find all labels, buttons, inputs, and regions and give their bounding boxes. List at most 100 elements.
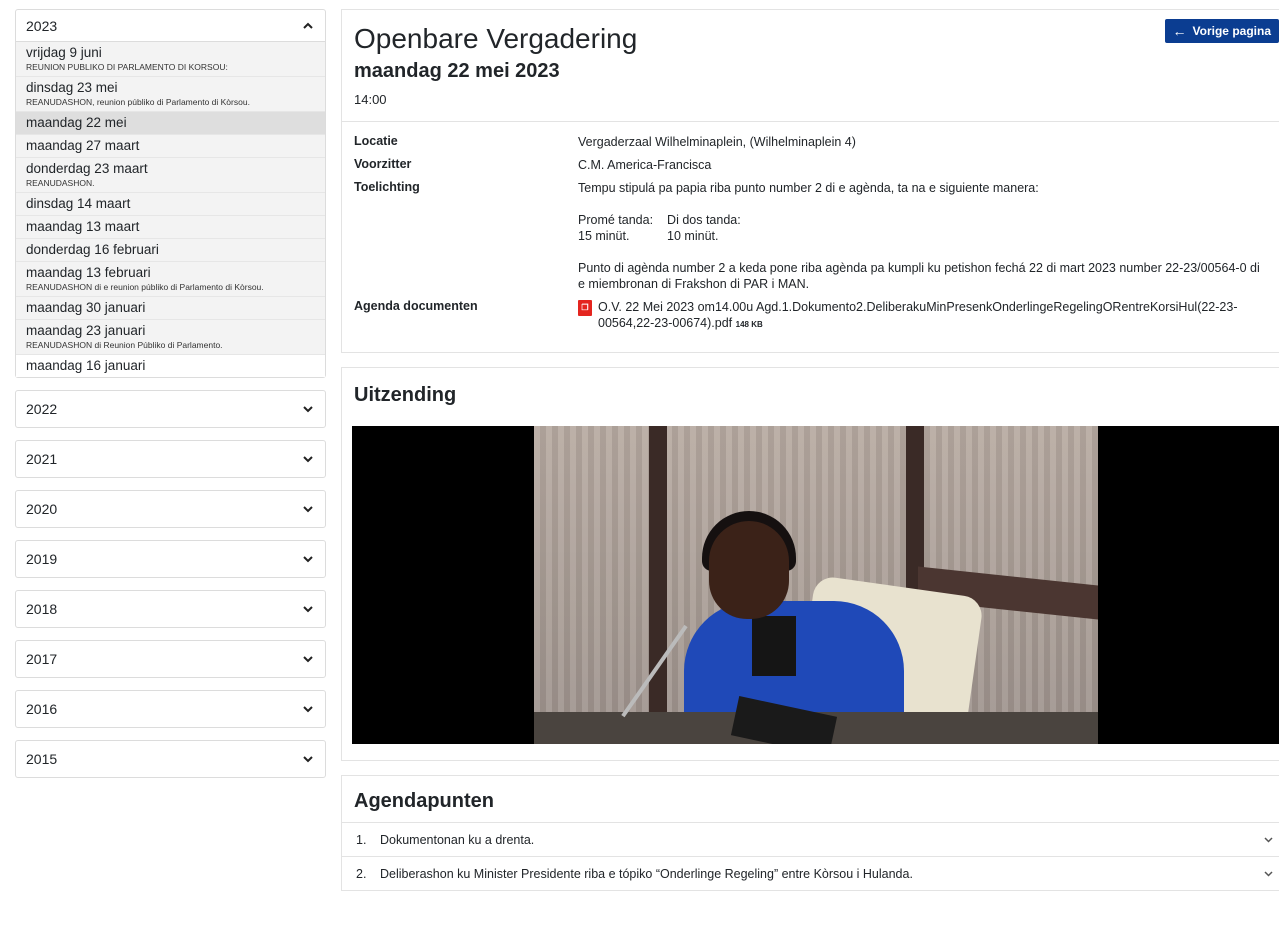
meeting-date-label: vrijdag 9 juni xyxy=(26,45,102,60)
agenda-item[interactable]: 2. Deliberashon ku Minister Presidente ri… xyxy=(342,856,1279,890)
meeting-date-label: maandag 23 januari xyxy=(26,323,146,338)
detail-label: Toelichting xyxy=(354,180,420,194)
year-label: 2021 xyxy=(26,451,58,467)
back-button-label: Vorige pagina xyxy=(1192,24,1271,38)
chevron-up-icon xyxy=(301,19,315,33)
chevron-down-icon xyxy=(1264,868,1273,880)
year-toggle[interactable]: 2015 xyxy=(16,741,325,777)
year-card: 2016 xyxy=(15,690,326,728)
detail-row-voorzitter: Voorzitter C.M. America-Francisca xyxy=(354,157,1267,173)
meeting-subtitle: REANUDASHON, reunion públiko di Parlamen… xyxy=(26,97,250,107)
meeting-list-item[interactable]: maandag 23 januari REANUDASHON di Reunion… xyxy=(16,320,325,355)
year-toggle[interactable]: 2018 xyxy=(16,591,325,627)
chevron-down-icon xyxy=(1264,834,1273,846)
meeting-date-label: maandag 30 januari xyxy=(26,300,146,315)
year-card: 2015 xyxy=(15,740,326,778)
arrow-left-icon: ← xyxy=(1172,23,1187,39)
meeting-list-item[interactable]: maandag 13 februari REANUDASHON di e reun… xyxy=(16,262,325,297)
tanda-1: Promé tanda: 15 minüt. xyxy=(578,212,653,244)
chevron-down-icon xyxy=(301,752,315,766)
agenda-item-text: Deliberashon ku Minister Presidente riba… xyxy=(380,866,913,881)
meeting-list-item[interactable]: maandag 27 maart xyxy=(16,135,325,158)
meeting-list-item[interactable]: maandag 30 januari xyxy=(16,297,325,320)
chevron-down-icon xyxy=(301,552,315,566)
year-label: 2022 xyxy=(26,401,58,417)
meeting-list-item[interactable]: maandag 22 mei xyxy=(16,112,325,135)
chevron-down-icon xyxy=(301,502,315,516)
tanda-1-label: Promé tanda: xyxy=(578,213,654,227)
chevron-down-icon xyxy=(301,402,315,416)
meeting-list-item[interactable]: maandag 16 januari xyxy=(16,355,325,377)
detail-label: Locatie xyxy=(354,134,398,148)
document-size: 148 KB xyxy=(735,320,763,329)
meeting-date-label: maandag 27 maart xyxy=(26,138,140,153)
document-filename: O.V. 22 Mei 2023 om14.00u Agd.1.Dokument… xyxy=(598,300,1238,330)
detail-value-toelichting: Tempu stipulá pa papia riba punto number… xyxy=(578,180,1267,292)
tanda-table: Promé tanda: 15 minüt. Di dos tanda: 10 … xyxy=(578,212,1267,244)
meeting-date-label: donderdag 16 februari xyxy=(26,242,159,257)
main-content: Openbare Vergadering maandag 22 mei 2023… xyxy=(341,9,1279,891)
meeting-list-item[interactable]: donderdag 16 februari xyxy=(16,239,325,262)
document-name: O.V. 22 Mei 2023 om14.00u Agd.1.Dokument… xyxy=(598,299,1267,333)
chevron-down-icon xyxy=(301,652,315,666)
chevron-down-icon xyxy=(301,602,315,616)
year-label: 2015 xyxy=(26,751,58,767)
agenda-title: Agendapunten xyxy=(354,790,494,812)
meeting-date-label: maandag 22 mei xyxy=(26,115,127,130)
meeting-subtitle: REANUDASHON. xyxy=(26,178,95,188)
meeting-date-label: maandag 13 maart xyxy=(26,219,140,234)
year-label: 2016 xyxy=(26,701,58,717)
agenda-card: Agendapunten 1. Dokumentonan ku a drenta.… xyxy=(341,775,1279,891)
detail-row-toelichting: Toelichting Tempu stipulá pa papia riba … xyxy=(354,180,1267,292)
agenda-item-number: 2. xyxy=(356,866,367,881)
tanda-1-value: 15 minüt. xyxy=(578,229,630,243)
year-toggle[interactable]: 2019 xyxy=(16,541,325,577)
meeting-list-item[interactable]: vrijdag 9 juni REUNION PUBLIKO DI PARLAME… xyxy=(16,42,325,77)
year-toggle[interactable]: 2017 xyxy=(16,641,325,677)
year-card-2023: 2023 vrijdag 9 juni REUNION PUBLIKO DI PA… xyxy=(15,9,326,378)
back-button[interactable]: ← Vorige pagina xyxy=(1164,19,1279,43)
video-frame xyxy=(534,426,1098,744)
year-label: 2017 xyxy=(26,651,58,667)
meeting-list-item[interactable]: maandag 13 maart xyxy=(16,216,325,239)
meeting-subtitle: REANUDASHON di e reunion públiko di Parl… xyxy=(26,282,264,292)
meeting-date-label: maandag 16 januari xyxy=(26,358,146,373)
video-player[interactable] xyxy=(352,426,1279,744)
meeting-header: Openbare Vergadering maandag 22 mei 2023… xyxy=(342,10,1279,122)
year-toggle[interactable]: 2021 xyxy=(16,441,325,477)
meeting-time: 14:00 xyxy=(354,92,387,107)
meeting-date-label: dinsdag 23 mei xyxy=(26,80,118,95)
detail-row-locatie: Locatie Vergaderzaal Wilhelminaplein, (W… xyxy=(354,134,1267,150)
detail-value-locatie: Vergaderzaal Wilhelminaplein, (Wilhelmin… xyxy=(578,135,856,149)
agenda-item[interactable]: 1. Dokumentonan ku a drenta. xyxy=(342,822,1279,856)
meeting-details: Locatie Vergaderzaal Wilhelminaplein, (W… xyxy=(342,122,1279,352)
year-toggle[interactable]: 2016 xyxy=(16,691,325,727)
detail-label: Voorzitter xyxy=(354,157,412,171)
chevron-down-icon xyxy=(301,452,315,466)
year-toggle[interactable]: 2020 xyxy=(16,491,325,527)
year-card: 2022 xyxy=(15,390,326,428)
year-card: 2019 xyxy=(15,540,326,578)
meeting-date-label: donderdag 23 maart xyxy=(26,161,148,176)
meeting-info-card: Openbare Vergadering maandag 22 mei 2023… xyxy=(341,9,1279,353)
chevron-down-icon xyxy=(301,702,315,716)
meeting-subtitle: REUNION PUBLIKO DI PARLAMENTO DI KORSOU: xyxy=(26,62,228,72)
meeting-date-label: dinsdag 14 maart xyxy=(26,196,131,211)
meeting-list-item[interactable]: dinsdag 23 mei REANUDASHON, reunion públi… xyxy=(16,77,325,112)
meeting-date: maandag 22 mei 2023 xyxy=(354,60,560,82)
toelichting-text-2: Punto di agènda number 2 a keda pone rib… xyxy=(578,261,1260,291)
tanda-2-value: 10 minüt. xyxy=(667,229,719,243)
document-link[interactable]: ❐ O.V. 22 Mei 2023 om14.00u Agd.1.Dokume… xyxy=(578,299,1267,333)
page-title: Openbare Vergadering xyxy=(354,23,638,54)
pdf-icon: ❐ xyxy=(578,300,592,316)
meeting-list-item[interactable]: donderdag 23 maart REANUDASHON. xyxy=(16,158,325,193)
year-toggle[interactable]: 2022 xyxy=(16,391,325,427)
broadcast-card: Uitzending xyxy=(341,367,1279,761)
year-card: 2020 xyxy=(15,490,326,528)
year-label: 2019 xyxy=(26,551,58,567)
year-label: 2020 xyxy=(26,501,58,517)
meeting-list-item[interactable]: dinsdag 14 maart xyxy=(16,193,325,216)
agenda-item-number: 1. xyxy=(356,832,367,847)
year-toggle-2023[interactable]: 2023 xyxy=(16,10,325,42)
agenda-item-text: Dokumentonan ku a drenta. xyxy=(380,832,535,847)
